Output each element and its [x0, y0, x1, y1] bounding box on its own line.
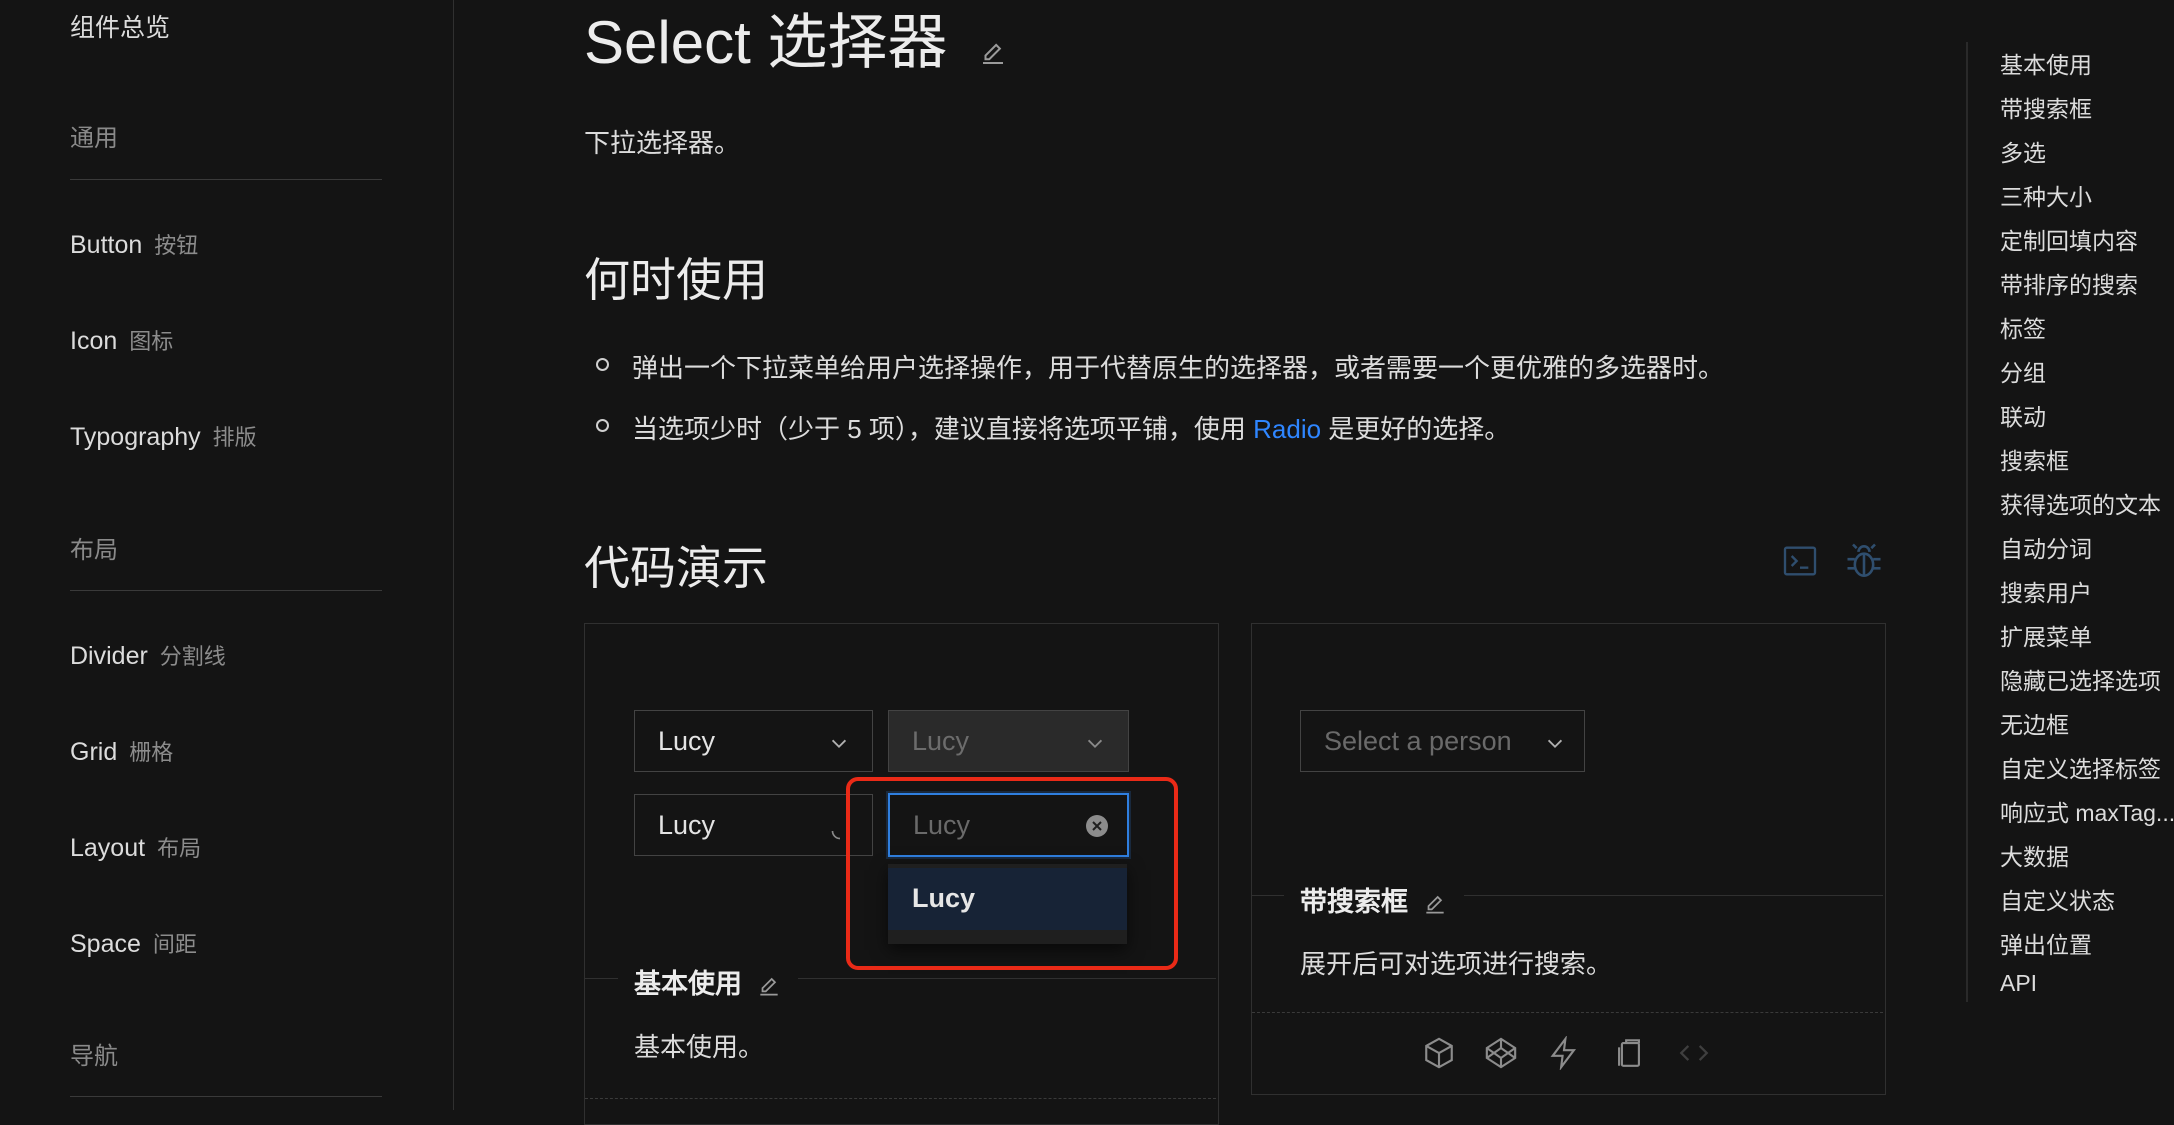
terminal-icon[interactable]: [1780, 541, 1820, 586]
sidebar-nav: 组件总览 通用 Button 按钮 Icon 图标 Typography 排版 布局 …: [0, 0, 454, 1110]
demo-dashed-divider: [1252, 1012, 1883, 1013]
anchor-link[interactable]: 隐藏已选择选项: [2000, 662, 2161, 696]
anchor-link[interactable]: 自动分词: [2000, 530, 2092, 564]
sidebar-divider: [70, 590, 382, 591]
page-description: 下拉选择器。: [584, 128, 741, 158]
sidebar-item-label: Icon: [70, 327, 118, 355]
sidebar-group-navigation: 导航: [70, 1043, 118, 1070]
demo-desc-basic: 基本使用。: [634, 1032, 765, 1062]
anchor-link[interactable]: 获得选项的文本: [2000, 486, 2161, 520]
select-value: Lucy: [658, 810, 716, 840]
anchor-link[interactable]: 搜索框: [2000, 442, 2069, 476]
anchor-link[interactable]: 搜索用户: [2000, 574, 2092, 608]
section-heading-code-demo: 代码演示: [584, 542, 768, 594]
demo-dashed-divider: [585, 1098, 1216, 1099]
anchor-link[interactable]: 弹出位置: [2000, 926, 2092, 960]
demo-card-search: [1251, 623, 1886, 1095]
sidebar-item-label: Divider: [70, 642, 148, 670]
sidebar-item-sublabel: 排版: [212, 425, 257, 450]
loading-select[interactable]: Lucy: [634, 794, 873, 856]
sidebar-item-button[interactable]: Button 按钮: [70, 228, 198, 260]
anchor-link[interactable]: 定制回填内容: [2000, 222, 2138, 256]
anchor-link[interactable]: 带排序的搜索: [2000, 266, 2138, 300]
select-value: Lucy: [912, 726, 970, 756]
radio-link[interactable]: Radio: [1253, 414, 1321, 444]
select-value: Lucy: [658, 726, 716, 756]
anchor-link[interactable]: 多选: [2000, 134, 2046, 168]
sidebar-item-label: Grid: [70, 738, 118, 766]
sidebar-item-icon[interactable]: Icon 图标: [70, 324, 173, 356]
sidebar-item-label: Button: [70, 231, 143, 259]
sidebar-group-layout: 布局: [70, 537, 118, 564]
codesandbox-icon[interactable]: [1422, 1036, 1456, 1075]
chevron-down-icon: [828, 731, 850, 762]
sidebar-item-overview[interactable]: 组件总览: [70, 8, 170, 44]
usage-bullet-1: 弹出一个下拉菜单给用户选择操作，用于代替原生的选择器，或者需要一个更优雅的多选器…: [632, 353, 1725, 383]
anchor-link[interactable]: 大数据: [2000, 838, 2069, 872]
sidebar-item-label: Layout: [70, 834, 146, 862]
sidebar-item-layout[interactable]: Layout 布局: [70, 831, 201, 863]
anchor-link[interactable]: 标签: [2000, 310, 2046, 344]
chevron-down-icon: [1544, 731, 1566, 762]
sidebar-item-sublabel: 按钮: [154, 233, 199, 258]
edit-icon[interactable]: [1422, 891, 1448, 917]
sidebar-item-label: Typography: [70, 423, 201, 451]
select-placeholder: Select a person: [1324, 726, 1512, 756]
page-title-text: Select 选择器: [584, 9, 948, 76]
sidebar-item-typography[interactable]: Typography 排版: [70, 420, 257, 452]
usage-bullet-2-text: 当选项少时（少于 5 项），建议直接将选项平铺，使用: [632, 414, 1254, 444]
edit-icon[interactable]: [978, 13, 1008, 82]
demo-desc-search: 展开后可对选项进行搜索。: [1300, 949, 1613, 979]
sidebar-item-label: Space: [70, 930, 141, 958]
search-select[interactable]: Select a person: [1300, 710, 1585, 772]
anchor-rail: [1966, 42, 1968, 1002]
bullet-dot: [596, 358, 609, 371]
chevron-down-icon: [1084, 731, 1106, 762]
section-heading-when-to-use: 何时使用: [584, 254, 768, 306]
anchor-link[interactable]: 联动: [2000, 398, 2046, 432]
copy-icon[interactable]: [1612, 1036, 1646, 1075]
demo-title-text: 带搜索框: [1300, 887, 1408, 917]
sidebar-item-grid[interactable]: Grid 栅格: [70, 735, 173, 767]
codepen-icon[interactable]: [1484, 1036, 1518, 1075]
anchor-link[interactable]: 自定义状态: [2000, 882, 2115, 916]
edit-icon[interactable]: [756, 973, 782, 999]
disabled-select: Lucy: [888, 710, 1129, 772]
code-icon[interactable]: [1676, 1036, 1712, 1075]
usage-bullet-2-text-end: 是更好的选择。: [1321, 414, 1511, 444]
basic-select-1[interactable]: Lucy: [634, 710, 873, 772]
anchor-link[interactable]: API: [2000, 970, 2037, 997]
sidebar-item-sublabel: 间距: [152, 932, 197, 957]
anchor-link[interactable]: 响应式 maxTag...: [2000, 794, 2174, 828]
anchor-link[interactable]: 扩展菜单: [2000, 618, 2092, 652]
anchor-link[interactable]: 基本使用: [2000, 46, 2092, 80]
sidebar-item-sublabel: 栅格: [129, 740, 174, 765]
anchor-link[interactable]: 自定义选择标签: [2000, 750, 2161, 784]
sidebar-group-general: 通用: [70, 125, 118, 152]
bug-icon[interactable]: [1842, 539, 1886, 588]
sidebar-item-sublabel: 布局: [157, 836, 202, 861]
sidebar-item-label: 组件总览: [70, 14, 171, 42]
anchor-link[interactable]: 分组: [2000, 354, 2046, 388]
page-title: Select 选择器: [584, 0, 1008, 82]
sidebar-item-sublabel: 分割线: [159, 644, 226, 669]
sidebar-divider: [70, 1096, 382, 1097]
highlight-box: [846, 777, 1178, 970]
sidebar-item-space[interactable]: Space 间距: [70, 927, 197, 959]
demo-title-search: 带搜索框: [1284, 880, 1464, 919]
sidebar-item-divider[interactable]: Divider 分割线: [70, 639, 226, 671]
bullet-dot: [596, 419, 609, 432]
sidebar-item-sublabel: 图标: [129, 329, 174, 354]
sidebar-divider: [70, 179, 382, 180]
usage-bullet-2: 当选项少时（少于 5 项），建议直接将选项平铺，使用 Radio 是更好的选择。: [632, 409, 1510, 446]
anchor-link[interactable]: 带搜索框: [2000, 90, 2092, 124]
demo-title-basic: 基本使用: [618, 962, 798, 1001]
demo-title-text: 基本使用: [634, 969, 742, 999]
anchor-link[interactable]: 三种大小: [2000, 178, 2092, 212]
thunderbolt-icon[interactable]: [1547, 1034, 1581, 1075]
anchor-link[interactable]: 无边框: [2000, 706, 2069, 740]
